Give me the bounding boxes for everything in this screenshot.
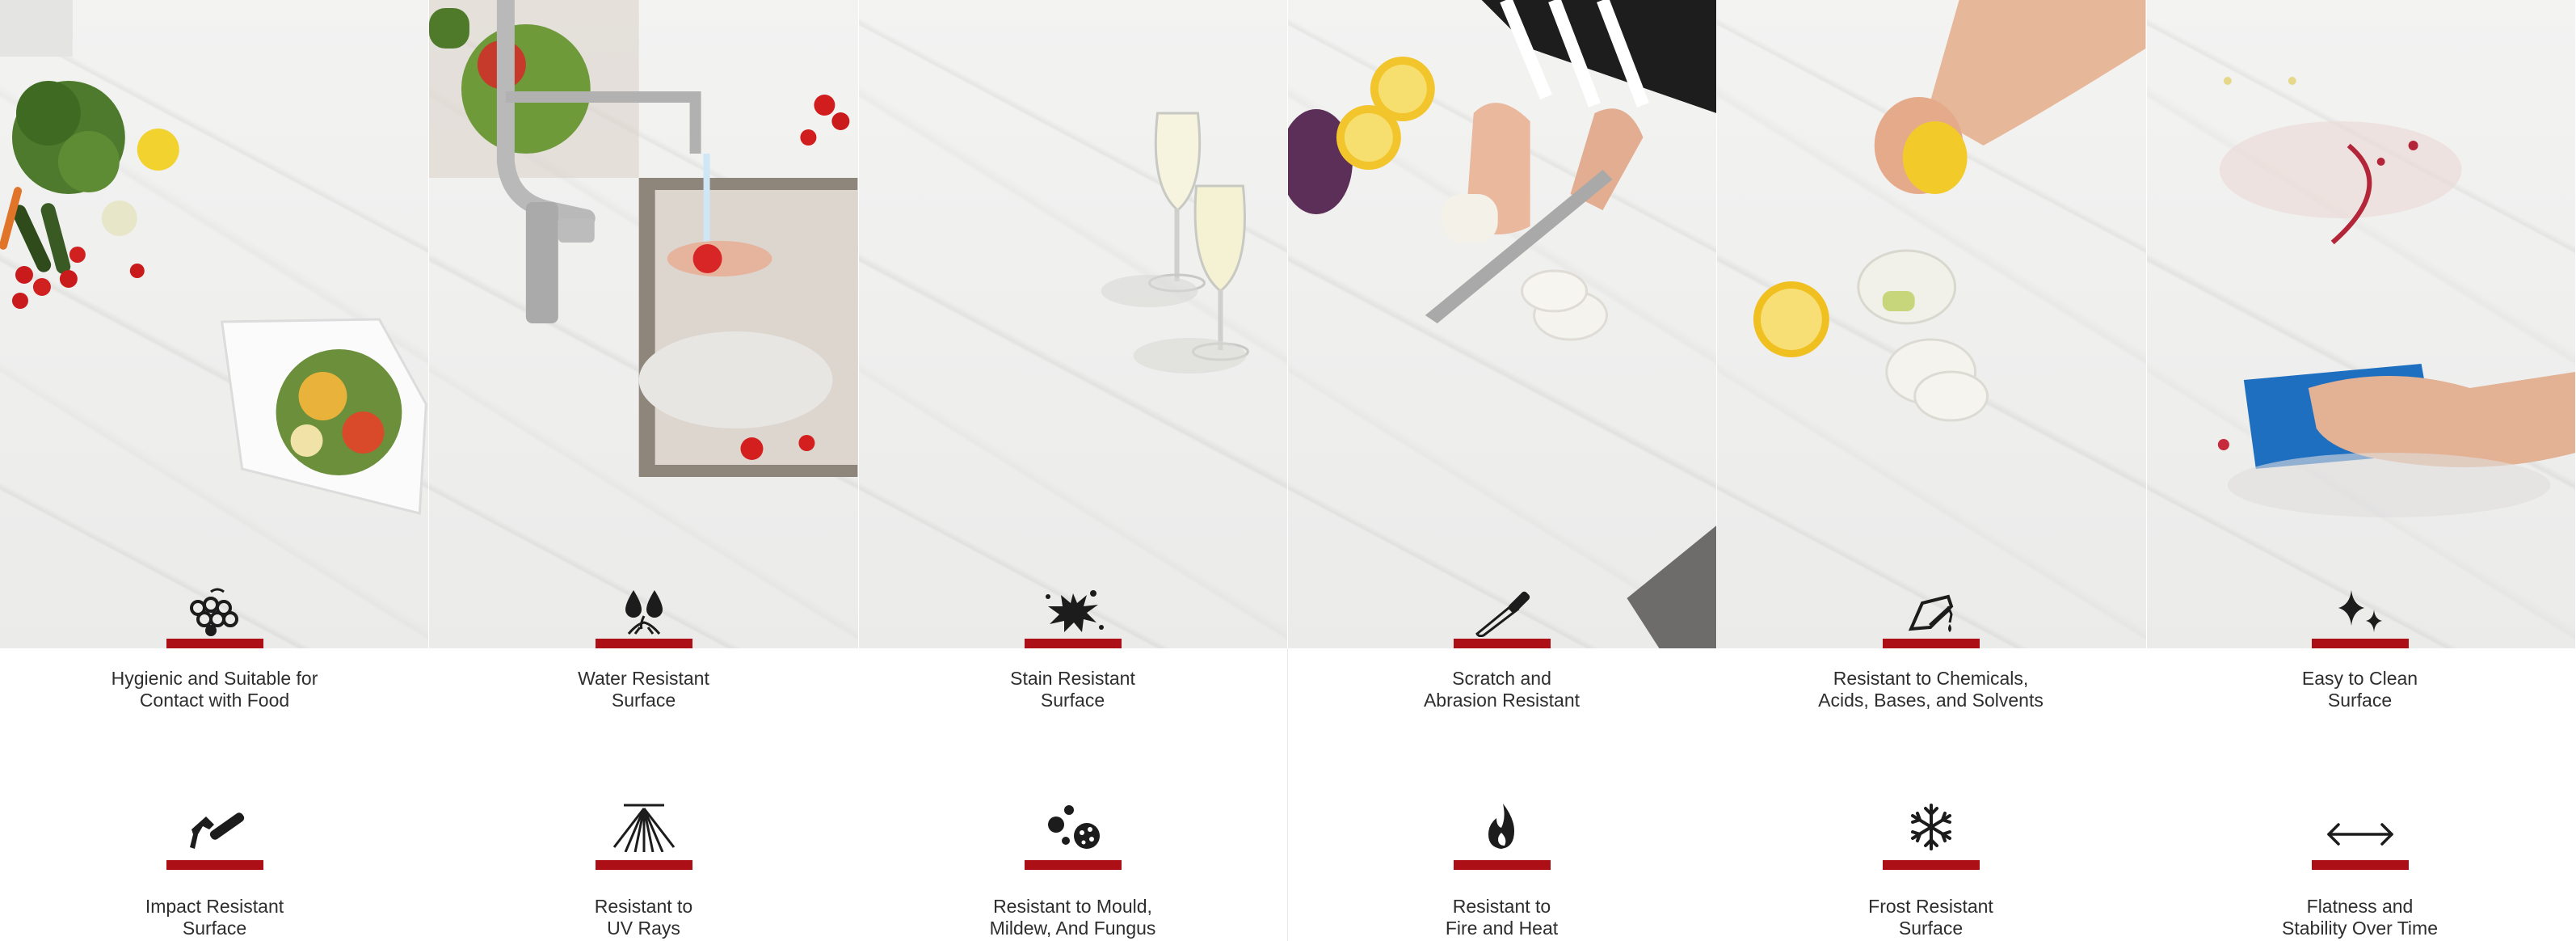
feature-water-resistant: Water Resistant Surface	[429, 582, 858, 728]
accent-bar	[166, 860, 263, 870]
photo-lemon-squeeze	[1717, 0, 2147, 648]
uv-rays-icon	[608, 802, 680, 853]
photo-strip	[0, 0, 2576, 648]
photo-cloth-wiping	[2146, 0, 2576, 648]
feature-scratch-resistant: Scratch and Abrasion Resistant	[1287, 582, 1716, 728]
feature-label: Flatness and Stability Over Time	[2282, 896, 2438, 939]
accent-bar	[166, 639, 263, 648]
accent-bar	[1024, 860, 1122, 870]
stain-splat-icon	[1037, 587, 1109, 637]
accent-bar	[1024, 639, 1122, 648]
photo-wine-glasses	[858, 0, 1288, 648]
feature-label: Water Resistant Surface	[578, 668, 709, 711]
accent-bar	[1882, 860, 1980, 870]
accent-bar	[595, 860, 692, 870]
feature-label: Scratch and Abrasion Resistant	[1423, 668, 1581, 711]
knife-icon	[1466, 587, 1538, 638]
two-way-arrow-icon	[2324, 802, 2397, 852]
feature-chemical-resistant: Resistant to Chemicals, Acids, Bases, and…	[1716, 582, 2145, 728]
feature-label: Resistant to Chemicals, Acids, Bases, and…	[1818, 668, 2044, 711]
feature-label: Stain Resistant Surface	[1010, 668, 1135, 711]
accent-bar	[1453, 639, 1551, 648]
feature-frost-resistant: Frost Resistant Surface	[1716, 802, 2145, 941]
feature-easy-to-clean: Easy to Clean Surface	[2145, 582, 2574, 728]
feature-label: Easy to Clean Surface	[2301, 668, 2418, 711]
feature-impact-resistant: Impact Resistant Surface	[0, 802, 429, 941]
accent-bar	[2311, 639, 2409, 648]
flame-icon	[1466, 802, 1538, 852]
mould-spores-icon	[1037, 802, 1109, 852]
photo-sink-tap-washing-fruit	[429, 0, 859, 648]
feature-label: Resistant to Fire and Heat	[1445, 896, 1559, 939]
accent-bar	[1882, 639, 1980, 648]
accent-bar	[595, 639, 692, 648]
chemical-beaker-icon	[1895, 587, 1968, 637]
photo-vegetables-and-salad	[0, 0, 430, 648]
feature-mould-resistant: Resistant to Mould, Mildew, And Fungus	[858, 802, 1287, 941]
accent-bar	[2311, 860, 2409, 870]
feature-hygienic: Hygienic and Suitable for Contact with Fo…	[0, 582, 429, 728]
photo-knife-cutting-on-counter	[1287, 0, 1718, 648]
feature-label: Resistant to UV Rays	[594, 896, 693, 939]
feature-label: Impact Resistant Surface	[145, 896, 284, 939]
water-drops-icon	[608, 587, 680, 637]
feature-label: Frost Resistant Surface	[1868, 896, 1993, 939]
snowflake-icon	[1895, 802, 1968, 852]
feature-label: Resistant to Mould, Mildew, And Fungus	[989, 896, 1156, 939]
feature-stain-resistant: Stain Resistant Surface	[858, 582, 1287, 728]
accent-bar	[1453, 860, 1551, 870]
sparkles-icon	[2324, 587, 2397, 637]
feature-uv-resistant: Resistant to UV Rays	[429, 802, 858, 941]
hammer-icon	[179, 802, 251, 852]
grapes-icon	[179, 587, 251, 637]
feature-flatness-stability: Flatness and Stability Over Time	[2145, 802, 2574, 941]
feature-label: Hygienic and Suitable for Contact with Fo…	[111, 668, 318, 711]
feature-fire-resistant: Resistant to Fire and Heat	[1287, 802, 1716, 941]
